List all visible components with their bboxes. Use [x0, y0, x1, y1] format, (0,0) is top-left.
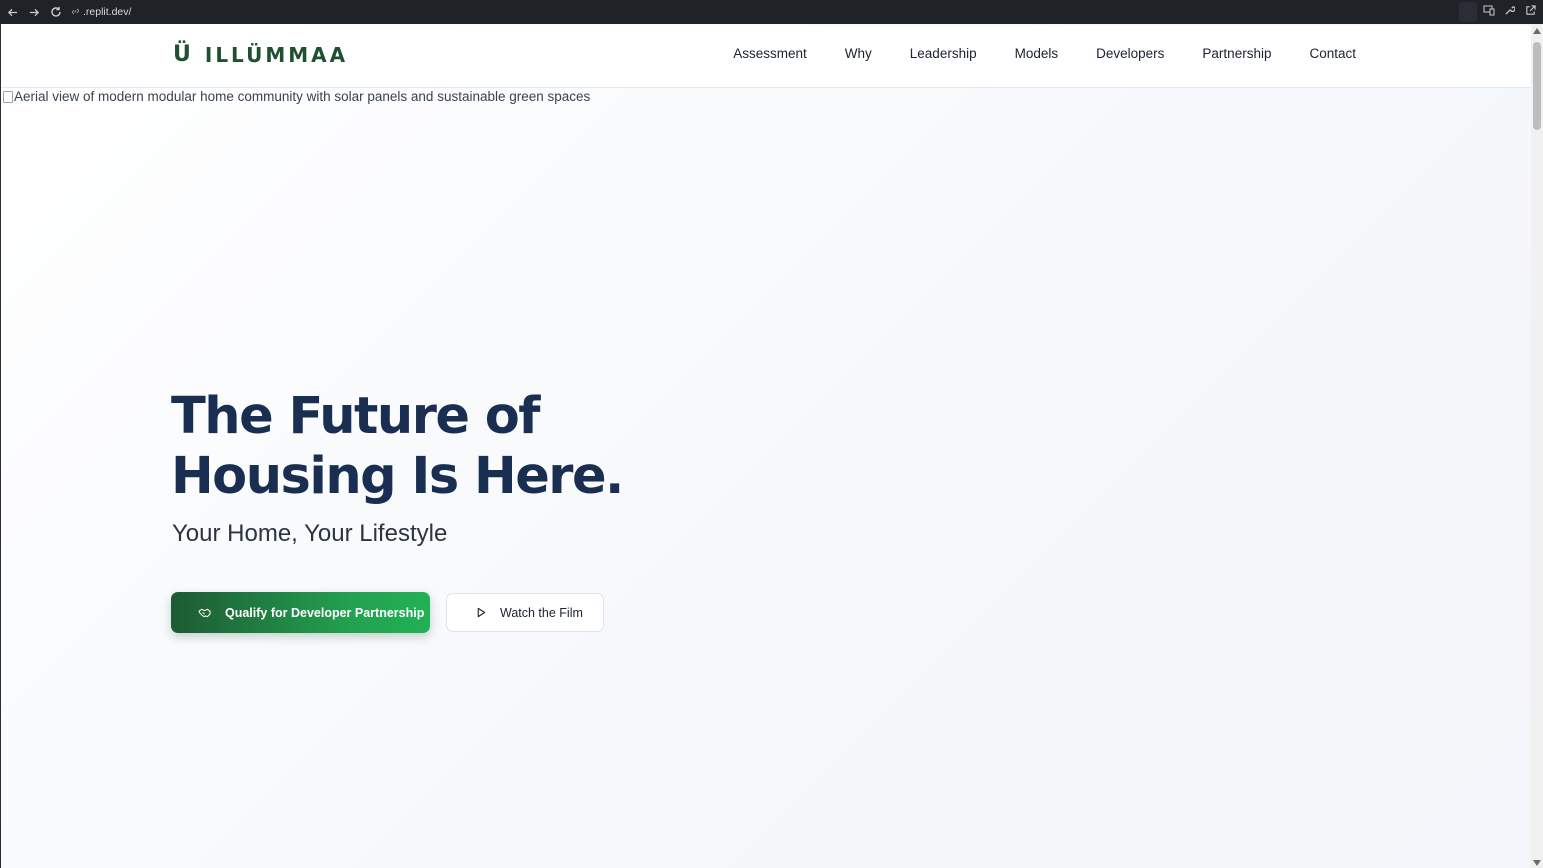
- external-link-icon[interactable]: [1524, 4, 1537, 17]
- qualify-partnership-button[interactable]: Qualify for Developer Partnership: [171, 592, 430, 633]
- qualify-partnership-label: Qualify for Developer Partnership: [225, 605, 425, 620]
- play-icon: [475, 607, 487, 619]
- site-header: Ü ILLÜMMAA Assessment Why Leadership Mod…: [1, 26, 1532, 88]
- logo-mark: Ü: [173, 42, 191, 67]
- nav-why[interactable]: Why: [845, 46, 872, 61]
- reload-icon[interactable]: [45, 1, 67, 23]
- back-icon[interactable]: [1, 1, 23, 23]
- page: Ü ILLÜMMAA Assessment Why Leadership Mod…: [0, 24, 1532, 868]
- scroll-thumb[interactable]: [1533, 42, 1541, 130]
- nav-leadership[interactable]: Leadership: [910, 46, 977, 61]
- logo-text: ILLÜMMAA: [204, 43, 349, 67]
- nav-contact[interactable]: Contact: [1309, 46, 1356, 61]
- wrench-icon[interactable]: [1503, 4, 1516, 17]
- watch-film-button[interactable]: Watch the Film: [446, 593, 604, 632]
- forward-icon[interactable]: [23, 1, 45, 23]
- scroll-down-icon[interactable]: [1533, 860, 1541, 866]
- url-text: .replit.dev/: [83, 6, 132, 18]
- logo[interactable]: Ü ILLÜMMAA: [173, 43, 348, 67]
- hero-image-broken: Aerial view of modern modular home commu…: [3, 89, 590, 104]
- main-nav: Assessment Why Leadership Models Develop…: [695, 46, 1356, 61]
- nav-models[interactable]: Models: [1015, 46, 1059, 61]
- hero-title-line-2: Housing Is Here.: [171, 447, 624, 506]
- hero-title-line-1: The Future of: [171, 387, 540, 446]
- hero-subtitle: Your Home, Your Lifestyle: [172, 520, 448, 547]
- nav-developers[interactable]: Developers: [1096, 46, 1164, 61]
- address-bar[interactable]: .replit.dev/: [71, 3, 131, 21]
- watch-film-label: Watch the Film: [500, 605, 583, 620]
- scroll-up-icon[interactable]: [1533, 28, 1541, 34]
- hero-title: The Future of Housing Is Here.: [171, 387, 624, 507]
- page-scrollbar[interactable]: [1531, 24, 1543, 868]
- nav-assessment[interactable]: Assessment: [733, 46, 807, 61]
- browser-toolbar: .replit.dev/: [0, 0, 1543, 24]
- devices-icon[interactable]: [1482, 4, 1495, 17]
- handshake-icon: [197, 606, 211, 620]
- extension-slot: [1459, 2, 1477, 22]
- hero-image-alt-text: Aerial view of modern modular home commu…: [14, 89, 591, 104]
- link-icon: [71, 7, 80, 18]
- broken-image-icon: [3, 90, 13, 103]
- nav-partnership[interactable]: Partnership: [1202, 46, 1271, 61]
